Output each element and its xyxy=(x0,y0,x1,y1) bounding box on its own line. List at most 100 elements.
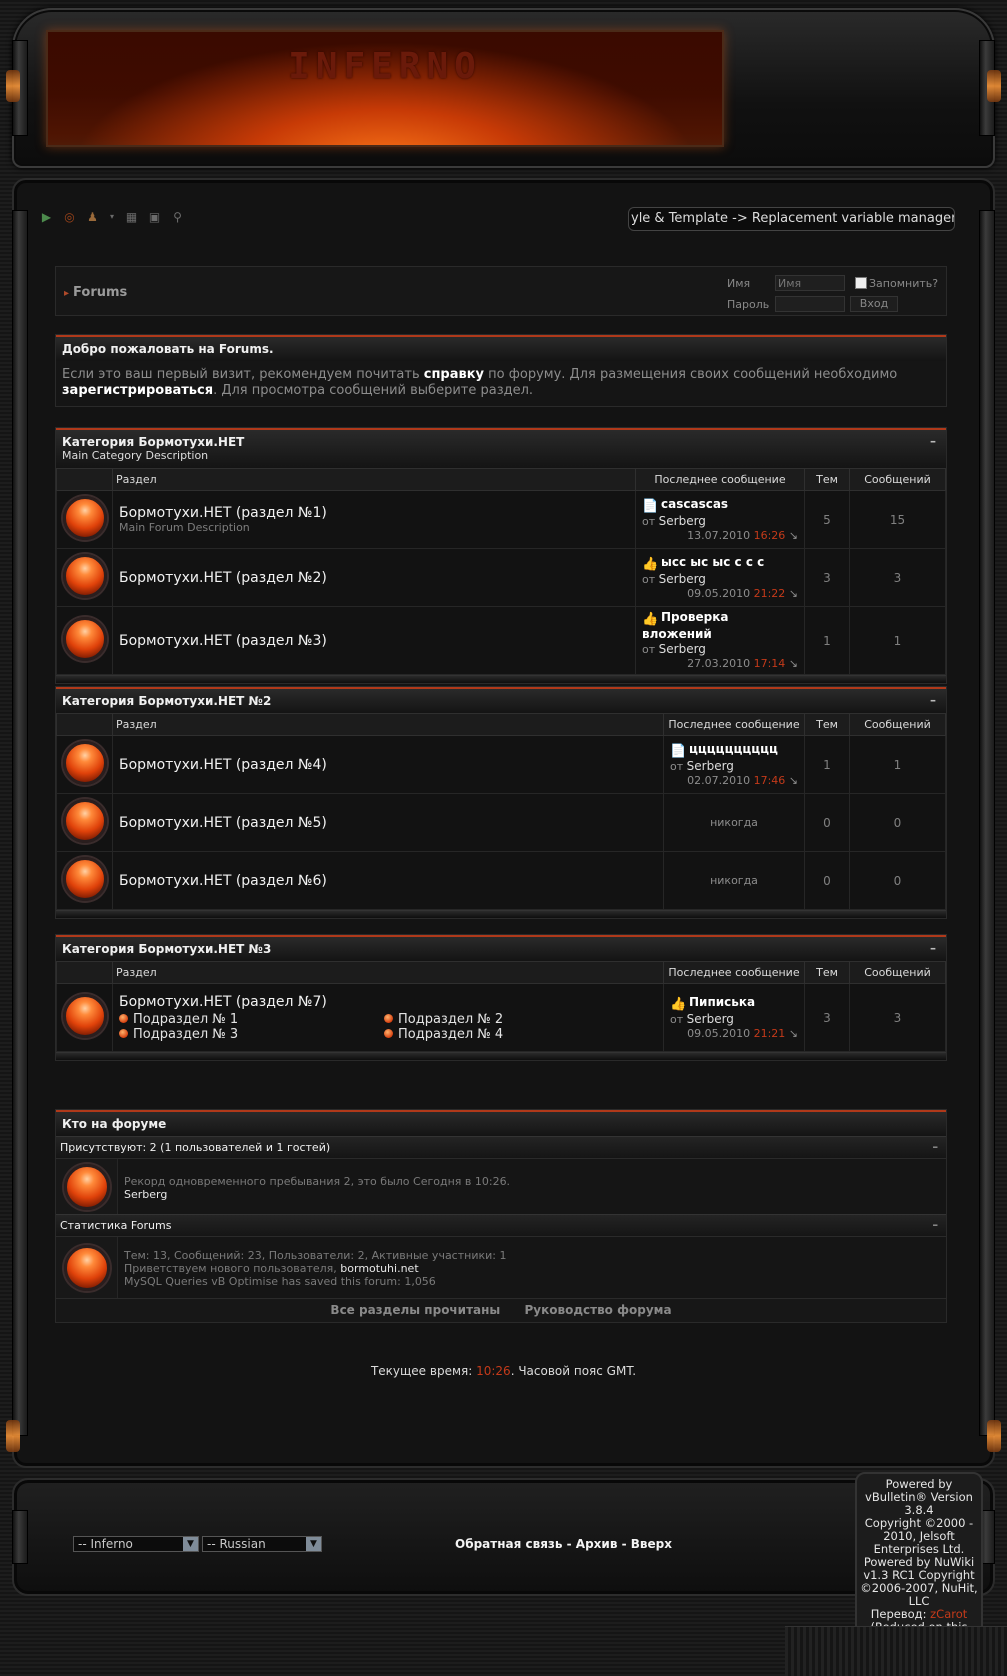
last-post-column-header: Последнее сообщение xyxy=(663,961,805,984)
last-post-time: 16:26 xyxy=(753,528,786,542)
collapse-icon[interactable]: – xyxy=(933,1140,939,1153)
icon-column-header xyxy=(56,961,113,984)
section-column-header: Раздел xyxy=(112,713,664,736)
last-post-cell: 👍 Пиписька от Serberg 09.05.2010 21:21 ↘ xyxy=(663,983,805,1052)
breadcrumb[interactable]: ▸ Forums xyxy=(64,285,127,300)
thread-count: 3 xyxy=(804,983,850,1052)
collapse-icon[interactable]: – xyxy=(930,941,936,955)
forum-guide-link[interactable]: Руководство форума xyxy=(524,1303,671,1317)
collapse-icon[interactable]: – xyxy=(930,434,936,448)
last-post-user[interactable]: Serberg xyxy=(659,572,706,586)
go-to-post-icon[interactable]: ↘ xyxy=(789,774,798,787)
whos-online-header[interactable]: Присутствуют: 2 (1 пользователей и 1 гос… xyxy=(56,1136,946,1158)
icon-column-header xyxy=(56,713,113,736)
thumbs-up-icon: 👍 xyxy=(642,556,659,572)
forum-title[interactable]: Бормотухи.НЕТ (раздел №4) xyxy=(119,757,663,773)
chevron-down-icon[interactable]: ▾ xyxy=(107,208,117,225)
forum-title[interactable]: Бормотухи.НЕТ (раздел №2) xyxy=(119,570,635,586)
last-post-time: 17:46 xyxy=(753,773,786,787)
go-to-post-icon[interactable]: ↘ xyxy=(789,1027,798,1040)
section-column-header: Раздел xyxy=(112,468,636,491)
category-footer xyxy=(56,1052,946,1060)
online-users-icon xyxy=(63,1163,110,1210)
header-banner[interactable]: INFERNO xyxy=(46,30,724,147)
login-icon[interactable]: ▶ xyxy=(38,208,55,225)
register-link[interactable]: зарегистрироваться xyxy=(62,383,213,398)
forum-title[interactable]: Бормотухи.НЕТ (раздел №5) xyxy=(119,815,663,831)
forum-title[interactable]: Бормотухи.НЕТ (раздел №7) xyxy=(119,994,663,1010)
forum-title[interactable]: Бормотухи.НЕТ (раздел №1) xyxy=(119,505,635,521)
powered-nuwiki: Powered by NuWiki v1.3 RC1 Copyright ©20… xyxy=(860,1555,978,1608)
news-ticker[interactable]: yle & Template -> Replacement variable m… xyxy=(628,207,955,231)
last-post-date: 09.05.2010 xyxy=(687,1026,751,1040)
stats-chart-icon xyxy=(63,1244,110,1291)
last-post-user[interactable]: Serberg xyxy=(687,759,734,773)
welcome-new-label: Приветствуем нового пользователя, xyxy=(124,1262,341,1275)
last-post-title[interactable]: цццццццццц xyxy=(689,742,778,756)
category-title[interactable]: Категория Бормотухи.НЕТ №2 xyxy=(62,694,271,708)
subforum-link[interactable]: Подраздел № 4 xyxy=(398,1027,503,1042)
stats-title[interactable]: Статистика Forums xyxy=(60,1219,171,1232)
last-post-title[interactable]: Пиписька xyxy=(689,995,755,1009)
last-post-column-header: Последнее сообщение xyxy=(635,468,805,491)
go-to-post-icon[interactable]: ↘ xyxy=(789,529,798,542)
password-input[interactable] xyxy=(775,296,845,312)
subforum-link[interactable]: Подраздел № 2 xyxy=(398,1012,503,1027)
subforum-item[interactable]: Подраздел № 4 xyxy=(384,1027,584,1042)
last-post-time: 21:21 xyxy=(753,1026,786,1040)
category-footer xyxy=(56,910,946,918)
translator-link[interactable]: zCarot xyxy=(930,1607,967,1621)
last-post-user[interactable]: Serberg xyxy=(659,642,706,656)
last-post-cell: 📄 cascascas от Serberg 13.07.2010 16:26 ↘ xyxy=(635,490,805,549)
users-icon[interactable]: ♟ xyxy=(84,208,101,225)
by-label: от xyxy=(670,759,684,773)
search-icon[interactable]: ⚲ xyxy=(169,208,186,225)
last-post-date: 27.03.2010 xyxy=(687,657,751,670)
go-to-post-icon[interactable]: ↘ xyxy=(789,657,798,670)
category-title[interactable]: Категория Бормотухи.НЕТ №3 xyxy=(62,942,271,956)
forum-title[interactable]: Бормотухи.НЕТ (раздел №3) xyxy=(119,633,635,649)
language-select[interactable]: -- Russian ▼ xyxy=(202,1536,322,1552)
last-post-title[interactable]: ысс ыс ыс с с с xyxy=(661,555,764,569)
collapse-icon[interactable]: – xyxy=(933,1218,939,1231)
online-user-link[interactable]: Serberg xyxy=(124,1188,510,1201)
username-input[interactable] xyxy=(775,275,845,291)
category-title[interactable]: Категория Бормотухи.НЕТ xyxy=(62,435,940,449)
subforum-item[interactable]: Подраздел № 2 xyxy=(384,1012,584,1027)
style-select[interactable]: -- Inferno ▼ xyxy=(73,1536,199,1552)
help-link[interactable]: справку xyxy=(424,367,484,382)
remember-checkbox[interactable] xyxy=(855,277,867,289)
last-post-user[interactable]: Serberg xyxy=(687,1012,734,1026)
collapse-icon[interactable]: – xyxy=(930,693,936,707)
welcome-text: Если это ваш первый визит, рекомендуем п… xyxy=(56,361,946,405)
forum-status-icon xyxy=(62,799,107,843)
login-button[interactable]: Вход xyxy=(850,296,898,312)
footer-links[interactable]: Обратная связь - Архив - Вверх xyxy=(455,1537,672,1551)
last-post-time: 17:14 xyxy=(753,657,786,670)
refresh-icon[interactable]: ◎ xyxy=(61,208,78,225)
decorative-glow xyxy=(6,70,20,102)
go-to-post-icon[interactable]: ↘ xyxy=(789,587,798,600)
current-time: Текущее время: 10:26. Часовой пояс GMT. xyxy=(0,1364,1007,1378)
forum-title[interactable]: Бормотухи.НЕТ (раздел №6) xyxy=(119,873,663,889)
translation-label: Перевод: xyxy=(870,1607,931,1621)
calendar-icon[interactable]: ▦ xyxy=(123,208,140,225)
post-count: 3 xyxy=(849,983,946,1052)
new-posts-icon[interactable]: ▣ xyxy=(146,208,163,225)
last-post-user[interactable]: Serberg xyxy=(659,514,706,528)
subforum-item[interactable]: Подраздел № 1 xyxy=(119,1012,384,1027)
present-count[interactable]: Присутствуют: 2 (1 пользователей и 1 гос… xyxy=(60,1141,330,1154)
last-post-title[interactable]: cascascas xyxy=(661,497,728,511)
current-time-value: 10:26 xyxy=(476,1364,511,1378)
subforum-item[interactable]: Подраздел № 3 xyxy=(119,1027,384,1042)
mark-read-link[interactable]: Все разделы прочитаны xyxy=(330,1303,500,1317)
post-count: 0 xyxy=(849,851,946,910)
threads-column-header: Тем xyxy=(804,468,850,491)
forum-row: Бормотухи.НЕТ (раздел №3) 👍 Проверка влож… xyxy=(56,606,946,675)
subforum-link[interactable]: Подраздел № 1 xyxy=(133,1012,238,1027)
new-user-link[interactable]: bormotuhi.net xyxy=(340,1262,418,1275)
chevron-down-icon: ▼ xyxy=(306,1537,321,1551)
stats-header[interactable]: Статистика Forums – xyxy=(56,1214,946,1236)
subforum-link[interactable]: Подраздел № 3 xyxy=(133,1027,238,1042)
last-post-cell: 👍 ысс ыс ыс с с с от Serberg 09.05.2010 2… xyxy=(635,548,805,607)
